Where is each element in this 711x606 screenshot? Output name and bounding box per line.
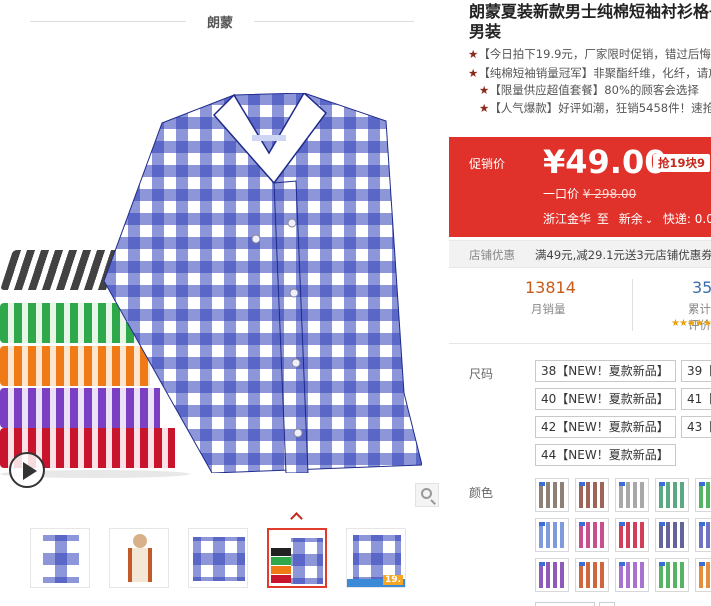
size-option-40[interactable]: 40【NEW！夏款新品】 [535,388,676,410]
size-option-44[interactable]: 44【NEW！夏款新品】 [535,444,676,466]
color-swatch[interactable] [655,558,689,592]
total-reviews-count[interactable]: 35 [692,278,711,297]
size-label: 尺码 [469,367,494,381]
zoom-button[interactable] [415,483,439,507]
color-swatch[interactable] [695,558,711,592]
play-icon [23,462,37,480]
promo-line-2: ★【纯棉短袖销量冠军】非聚酯纤维，化纤，请放心购买 [468,66,711,80]
brand-divider-left [30,21,186,22]
thumbnail-1[interactable] [30,528,90,588]
monthly-sales-label: 月销量 [531,302,566,316]
color-swatch[interactable] [695,518,711,552]
ship-to-select[interactable]: 新余 ⌄ [619,212,657,226]
shop-promotion-text: 满49元,减29.1元送3元店铺优惠券 [535,248,711,262]
brand-name: 朗蒙 [206,16,233,31]
original-price-row: 一口价 ¥ 298.00 [543,185,636,202]
monthly-sales-count: 13814 [525,278,576,297]
shipping-row: 浙江金华 至 新余⌄ 快递: 0.00 [543,210,711,227]
original-price-value: ¥ 298.00 [582,187,637,201]
color-label: 颜色 [469,486,494,500]
thumbnail-price-badge: 19. [383,575,403,585]
color-swatch[interactable] [615,478,649,512]
color-swatch[interactable] [575,478,609,512]
star-icon: ★ [468,47,479,61]
shipping-fee: 快递: 0.00 [662,212,711,226]
shop-promotion-row: 店铺优惠 满49元,减29.1元送3元店铺优惠券 [449,240,711,268]
color-swatch[interactable] [535,518,569,552]
color-swatch[interactable] [615,558,649,592]
coupon-badge[interactable]: 抢19块9 [653,154,711,172]
promo-price-value: ¥49.00 [543,143,667,181]
ship-to-label: 至 [596,212,609,226]
color-swatch[interactable] [655,518,689,552]
thumbnail-2[interactable] [109,528,169,588]
size-option-43[interactable]: 43【NEW！夏款新品】 [681,416,711,438]
star-icon: ★ [468,66,479,80]
blue-plaid-shirt-image [104,93,422,473]
star-icon: ★ [479,83,490,97]
quantity-field-edge [535,602,595,606]
promo-line-4: ★【人气爆款】好评如潮，狂销5458件！速抢 [479,101,711,115]
stats-divider [632,279,633,331]
thumbnail-4-selected[interactable] [267,528,327,588]
size-option-42[interactable]: 42【NEW！夏款新品】 [535,416,676,438]
color-swatch[interactable] [535,558,569,592]
ship-from: 浙江金华 [543,212,592,226]
product-title: 朗蒙夏装新款男士纯棉短袖衬衫格子寸衫男装 [469,2,711,41]
thumbnail-3[interactable] [188,528,248,588]
size-option-39[interactable]: 39【NEW！夏款新品】 [681,360,711,382]
color-swatch[interactable] [575,558,609,592]
chevron-up-icon [290,512,303,525]
color-swatch[interactable] [535,478,569,512]
video-play-button[interactable] [9,452,45,488]
price-box: 促销价 ¥49.00 抢19块9 一口价 ¥ 298.00 浙江金华 至 新余 ⌄… [449,137,711,237]
options-divider [449,343,711,344]
promo-line-3: ★【限量供应超值套餐】80%的顾客会选择 [479,83,699,97]
size-option-41[interactable]: 41【NEW！夏款新品】 [681,388,711,410]
product-gallery: 朗蒙 19. [0,0,445,606]
shop-promotion-label: 店铺优惠 [469,248,515,262]
product-info-panel: 朗蒙夏装新款男士纯棉短袖衬衫格子寸衫男装 ★【今日拍下19.9元，厂家限时促销，… [449,0,711,606]
star-icon: ★ [479,101,490,115]
color-swatch[interactable] [655,478,689,512]
brand-divider-right [254,21,414,22]
size-option-38[interactable]: 38【NEW！夏款新品】 [535,360,676,382]
original-price-label: 一口价 [543,187,580,201]
rating-stars: ★★★★★ [671,318,711,329]
promo-price-label: 促销价 [469,157,506,171]
quantity-stepper-edge [599,602,615,606]
color-swatch[interactable] [695,478,711,512]
chevron-down-icon: ⌄ [644,215,654,226]
promo-line-1: ★【今日拍下19.9元，厂家限时促销，错过后悔】 [468,47,711,61]
thumbnail-5[interactable]: 19. [346,528,406,588]
color-swatch[interactable] [575,518,609,552]
magnifier-icon [421,488,432,499]
color-swatch[interactable] [615,518,649,552]
